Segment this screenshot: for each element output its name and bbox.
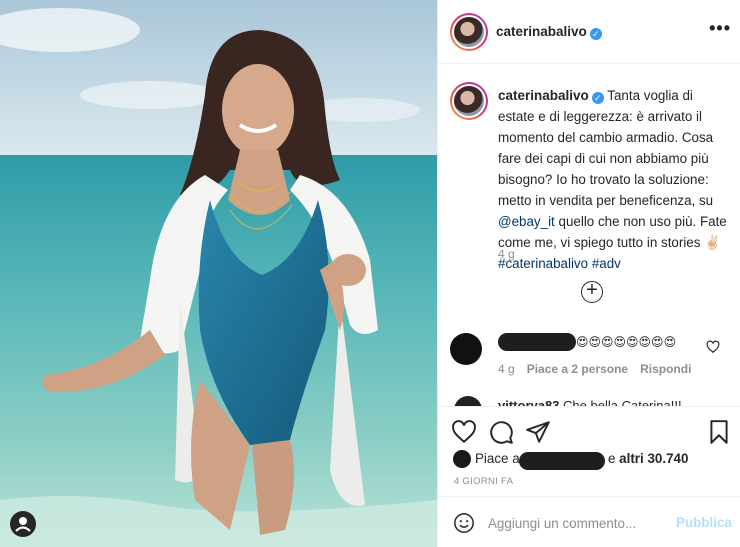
beach-photo (0, 0, 437, 547)
heart-icon[interactable] (451, 419, 477, 445)
verified-icon: ✓ (589, 28, 602, 40)
author-avatar[interactable] (450, 13, 488, 51)
emoji-icon[interactable] (453, 512, 475, 534)
author-username[interactable]: caterinabalivo ✓ (496, 24, 602, 40)
likes-connector: e (608, 451, 620, 466)
plus-circle-icon[interactable]: + (581, 280, 603, 303)
bookmark-icon[interactable] (706, 419, 732, 445)
likes-others[interactable]: altri 30.740 (619, 451, 688, 466)
likes-summary[interactable]: Piace a e altri 30.740 (450, 448, 740, 470)
likes-count[interactable]: e altri 30.740 (608, 451, 688, 466)
comment-body: Che bella Caterina!!! (563, 398, 682, 406)
comment-likes-link[interactable]: Piace a 2 persone (527, 362, 628, 376)
likes-prefix: Piace a (475, 451, 520, 466)
redacted-username[interactable] (498, 333, 576, 351)
caption-hashtag[interactable]: #adv (592, 256, 621, 271)
comment-text: vittorya83 Che bella Caterina!!! (498, 398, 682, 406)
comment-like-heart-icon[interactable] (706, 340, 720, 354)
caption-body: Tanta voglia di estate e di leggerezza: … (498, 88, 714, 208)
post-photo[interactable] (0, 0, 437, 547)
more-options-icon[interactable]: ••• (709, 19, 731, 37)
post-date: 4 GIORNI FA (454, 476, 514, 487)
caption-text: caterinabalivo ✓ Tanta voglia di estate e… (498, 85, 730, 274)
author-username-text[interactable]: caterinabalivo (496, 24, 587, 39)
reply-button[interactable]: Rispondi (640, 362, 691, 376)
share-icon[interactable] (525, 419, 551, 445)
caption-timestamp: 4 g (498, 247, 515, 261)
post-side-panel: caterinabalivo ✓ ••• caterinabalivo ✓ Tant… (437, 0, 740, 547)
comment-meta: 4 g Piace a 2 persone Rispondi (498, 362, 703, 376)
comment-text: 😍😍😍😍😍😍😍😍 (576, 335, 677, 349)
post-header: caterinabalivo ✓ ••• (438, 0, 740, 64)
comment-icon[interactable] (488, 419, 514, 445)
caption-mention[interactable]: @ebay_it (498, 214, 555, 229)
commenter-avatar[interactable] (454, 396, 482, 406)
comment-input[interactable] (488, 511, 668, 535)
liker-avatar (453, 450, 471, 468)
caption-avatar[interactable] (450, 82, 488, 120)
caption-username[interactable]: caterinabalivo (498, 88, 589, 103)
comments-list[interactable]: caterinabalivo ✓ Tanta voglia di estate e… (438, 65, 740, 406)
comment-username[interactable]: vittorya83 (498, 398, 559, 406)
add-comment-form: Pubblica (438, 496, 740, 547)
publish-button[interactable]: Pubblica (676, 515, 732, 530)
redacted-username[interactable] (519, 452, 605, 470)
comment-timestamp: 4 g (498, 362, 515, 376)
verified-icon: ✓ (591, 92, 604, 104)
commenter-avatar[interactable] (450, 333, 482, 365)
user-tag-icon[interactable] (10, 511, 36, 537)
